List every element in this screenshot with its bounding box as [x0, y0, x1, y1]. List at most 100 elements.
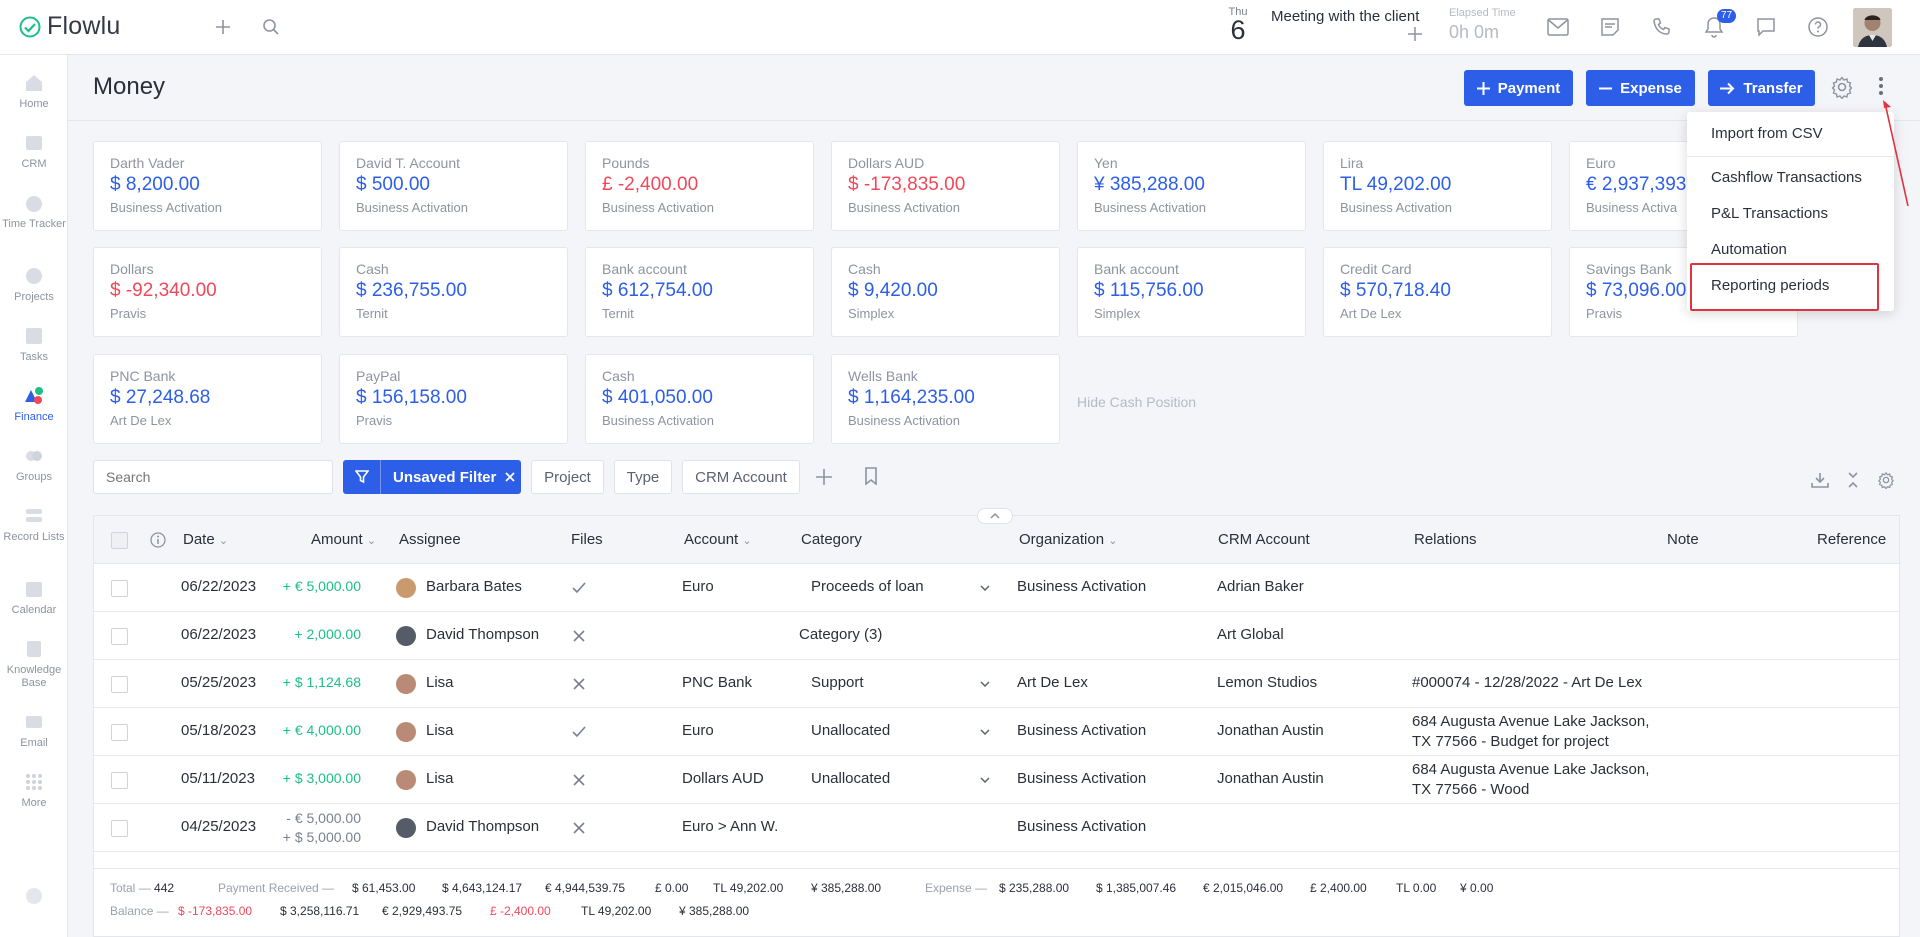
payment-button[interactable]: Payment: [1464, 70, 1573, 106]
select-all-checkbox[interactable]: [111, 532, 128, 549]
row-account[interactable]: PNC Bank: [682, 674, 752, 691]
account-card[interactable]: Yen ¥ 385,288.00 Business Activation: [1077, 141, 1306, 231]
row-checkbox[interactable]: [111, 628, 128, 645]
notes-icon[interactable]: [1597, 14, 1623, 40]
account-card[interactable]: Pounds £ -2,400.00 Business Activation: [585, 141, 814, 231]
row-assignee[interactable]: Barbara Bates: [426, 578, 522, 595]
sidebar-item-home[interactable]: Home: [0, 70, 68, 111]
account-card[interactable]: Dollars AUD $ -173,835.00 Business Activat…: [831, 141, 1060, 231]
crm-account-filter-chip[interactable]: CRM Account: [682, 460, 800, 494]
table-row[interactable]: 05/18/2023 + € 4,000.00 Lisa Euro Unallocate…: [94, 708, 1899, 756]
sidebar-item-calendar[interactable]: Calendar: [0, 576, 68, 617]
bookmark-icon[interactable]: [864, 467, 878, 489]
table-row[interactable]: 04/25/2023 - € 5,000.00 + $ 5,000.00 David …: [94, 804, 1899, 852]
type-filter-chip[interactable]: Type: [614, 460, 672, 494]
row-crm-account[interactable]: Art Global: [1217, 626, 1284, 643]
mail-icon[interactable]: [1545, 14, 1571, 40]
column-relations[interactable]: Relations: [1414, 531, 1477, 548]
menu-item-cashflow-transactions[interactable]: Cashflow Transactions: [1711, 169, 1862, 186]
help-icon[interactable]: [1805, 14, 1831, 40]
menu-item-import-csv[interactable]: Import from CSV: [1711, 125, 1823, 142]
account-card[interactable]: Dollars $ -92,340.00 Pravis: [93, 247, 322, 337]
account-card[interactable]: Cash $ 9,420.00 Simplex: [831, 247, 1060, 337]
column-organization[interactable]: Organization ⌄: [1019, 531, 1117, 548]
account-card[interactable]: David T. Account $ 500.00 Business Activat…: [339, 141, 568, 231]
settings-gear-icon[interactable]: [1830, 75, 1854, 103]
row-category[interactable]: Category (3): [799, 626, 882, 643]
account-card[interactable]: Wells Bank $ 1,164,235.00 Business Activat…: [831, 354, 1060, 444]
table-row[interactable]: 06/22/2023 + € 5,000.00 Barbara Bates Euro P…: [94, 564, 1899, 612]
row-crm-account[interactable]: Jonathan Austin: [1217, 722, 1324, 739]
row-assignee[interactable]: David Thompson: [426, 626, 539, 643]
menu-item-automation[interactable]: Automation: [1711, 241, 1787, 258]
column-account[interactable]: Account ⌄: [684, 531, 752, 548]
chevron-down-icon[interactable]: [980, 585, 990, 591]
row-relations[interactable]: 684 Augusta Avenue Lake Jackson,: [1412, 713, 1649, 730]
info-icon[interactable]: [150, 532, 166, 552]
transfer-button[interactable]: Transfer: [1708, 70, 1815, 106]
row-checkbox[interactable]: [111, 772, 128, 789]
menu-item-pl-transactions[interactable]: P&L Transactions: [1711, 205, 1828, 222]
row-organization[interactable]: Business Activation: [1017, 770, 1146, 787]
sidebar-item-tasks[interactable]: Tasks: [0, 323, 68, 364]
phone-icon[interactable]: [1649, 14, 1675, 40]
account-card[interactable]: PNC Bank $ 27,248.68 Art De Lex: [93, 354, 322, 444]
row-account[interactable]: Euro > Ann W.: [682, 818, 778, 835]
row-relations[interactable]: 684 Augusta Avenue Lake Jackson,: [1412, 761, 1649, 778]
row-relations[interactable]: #000074 - 12/28/2022 - Art De Lex: [1412, 674, 1642, 691]
unsaved-filter-button[interactable]: Unsaved Filter: [343, 460, 521, 494]
row-crm-account[interactable]: Adrian Baker: [1217, 578, 1304, 595]
row-account[interactable]: Dollars AUD: [682, 770, 764, 787]
bell-icon[interactable]: 77: [1701, 9, 1737, 40]
download-icon[interactable]: [1811, 472, 1829, 492]
account-card[interactable]: Bank account $ 115,756.00 Simplex: [1077, 247, 1306, 337]
row-category[interactable]: Support: [811, 674, 864, 691]
column-assignee[interactable]: Assignee: [399, 531, 461, 548]
collapse-rows-icon[interactable]: [1847, 472, 1859, 492]
chevron-down-icon[interactable]: [980, 681, 990, 687]
sidebar-item-record-lists[interactable]: Record Lists: [0, 503, 68, 544]
column-date[interactable]: Date ⌄: [183, 531, 228, 548]
row-category[interactable]: Proceeds of loan: [811, 578, 924, 595]
row-checkbox[interactable]: [111, 580, 128, 597]
project-filter-chip[interactable]: Project: [531, 460, 604, 494]
row-category[interactable]: Unallocated: [811, 770, 890, 787]
search-input[interactable]: [93, 460, 333, 494]
account-card[interactable]: PayPal $ 156,158.00 Pravis: [339, 354, 568, 444]
user-avatar[interactable]: [1853, 8, 1892, 47]
account-card[interactable]: Lira TL 49,202.00 Business Activation: [1323, 141, 1552, 231]
row-organization[interactable]: Business Activation: [1017, 722, 1146, 739]
chevron-down-icon[interactable]: [980, 729, 990, 735]
row-assignee[interactable]: David Thompson: [426, 818, 539, 835]
table-row[interactable]: 05/11/2023 + $ 3,000.00 Lisa Dollars AUD Una…: [94, 756, 1899, 804]
row-account[interactable]: Euro: [682, 578, 714, 595]
account-card[interactable]: Cash $ 401,050.00 Business Activation: [585, 354, 814, 444]
search-icon[interactable]: [258, 14, 284, 40]
sidebar-item-groups[interactable]: Groups: [0, 443, 68, 484]
hide-cash-position-link[interactable]: Hide Cash Position: [1077, 394, 1196, 410]
column-note[interactable]: Note: [1667, 531, 1699, 548]
elapsed-time[interactable]: Elapsed Time 0h 0m: [1449, 7, 1516, 43]
calendar-date[interactable]: Thu 6: [1222, 6, 1254, 44]
sidebar-item-time-tracker[interactable]: Time Tracker: [0, 190, 68, 231]
sidebar-item-more[interactable]: More: [0, 769, 68, 810]
account-card[interactable]: Bank account $ 612,754.00 Ternit: [585, 247, 814, 337]
row-category[interactable]: Unallocated: [811, 722, 890, 739]
column-category[interactable]: Category: [801, 531, 862, 548]
upcoming-meeting[interactable]: Meeting with the client: [1271, 8, 1419, 25]
account-card[interactable]: Credit Card $ 570,718.40 Art De Lex: [1323, 247, 1552, 337]
sidebar-item-email[interactable]: Email: [0, 709, 68, 750]
row-organization[interactable]: Art De Lex: [1017, 674, 1088, 691]
collapse-cards-toggle[interactable]: [977, 508, 1013, 524]
app-logo[interactable]: Flowlu: [19, 12, 120, 41]
sidebar-item-knowledge-base[interactable]: Knowledge Base: [0, 636, 68, 690]
row-checkbox[interactable]: [111, 676, 128, 693]
row-checkbox[interactable]: [111, 724, 128, 741]
column-files[interactable]: Files: [571, 531, 603, 548]
add-filter-plus-icon[interactable]: [815, 468, 833, 490]
table-settings-gear-icon[interactable]: [1877, 471, 1895, 493]
row-checkbox[interactable]: [111, 820, 128, 837]
row-account[interactable]: Euro: [682, 722, 714, 739]
plus-icon[interactable]: [210, 14, 236, 40]
row-relations-line2[interactable]: TX 77566 - Wood: [1412, 781, 1529, 798]
